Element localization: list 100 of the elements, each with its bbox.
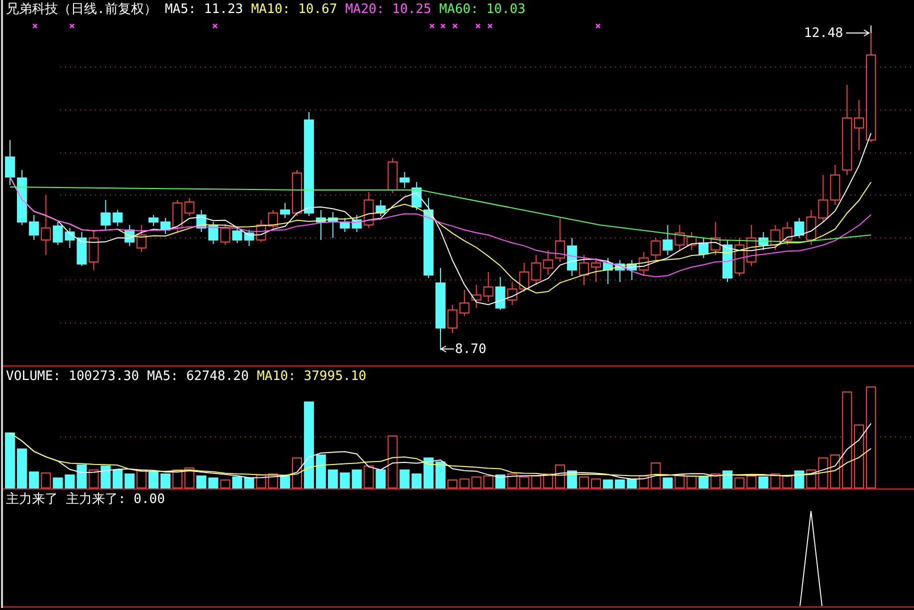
candlestick xyxy=(160,218,170,234)
candlestick xyxy=(459,290,470,316)
candlestick xyxy=(256,220,266,242)
candlestick xyxy=(352,214,362,232)
volume-bar xyxy=(5,432,15,488)
volume-bar xyxy=(698,476,709,488)
candlestick xyxy=(626,260,637,280)
volume-bar xyxy=(567,470,578,488)
candlestick xyxy=(400,172,410,188)
volume-bar xyxy=(52,478,63,488)
candlestick xyxy=(316,210,326,240)
candlestick xyxy=(555,218,566,262)
indicator-value: VOLUME: 100273.30 xyxy=(6,369,140,385)
candlestick xyxy=(806,210,816,246)
candlestick xyxy=(40,194,51,256)
candlestick xyxy=(388,158,398,194)
volume-bar xyxy=(76,464,87,488)
stock-title: 兄弟科技（日线.前复权） xyxy=(6,2,157,18)
candlestick xyxy=(328,212,338,238)
indicator-value: MA60: 10.03 xyxy=(439,2,526,18)
candlestick xyxy=(650,238,661,260)
volume-bar xyxy=(376,470,386,488)
indicator-value: 主力来了: 0.00 xyxy=(66,492,165,508)
candlestick xyxy=(686,232,697,250)
volume-bar xyxy=(64,474,75,488)
volume-bar xyxy=(614,480,625,488)
candlestick xyxy=(471,284,482,308)
indicator-value: MA5: 62748.20 xyxy=(147,369,249,385)
volume-bar xyxy=(232,476,242,488)
candlestick xyxy=(794,218,804,238)
candlestick xyxy=(710,222,721,256)
candlestick xyxy=(519,262,530,292)
candlestick xyxy=(531,254,542,286)
volume-bar xyxy=(100,466,111,488)
volume-bar xyxy=(328,470,338,488)
volume-bar xyxy=(196,476,206,488)
candlestick xyxy=(734,238,744,276)
candlestick xyxy=(16,170,27,226)
indicator-value: MA10: 37995.10 xyxy=(256,369,366,385)
candlestick xyxy=(567,238,578,276)
cross-marker-icon xyxy=(440,23,446,29)
candlestick xyxy=(590,258,601,282)
candlestick xyxy=(112,210,123,226)
candlestick xyxy=(184,198,194,216)
volume-bar xyxy=(28,472,39,488)
volume-bar xyxy=(400,470,410,488)
candlestick xyxy=(698,238,709,258)
volume-bar xyxy=(436,462,446,488)
candlestick xyxy=(674,224,685,250)
candlestick xyxy=(412,182,422,210)
candlestick xyxy=(268,210,278,228)
candlestick xyxy=(543,250,554,276)
candlestick xyxy=(28,214,39,240)
candlestick xyxy=(854,100,864,150)
candlestick xyxy=(64,228,75,248)
indicator-name: 主力来了 xyxy=(6,492,58,508)
volume-bar xyxy=(316,454,326,488)
volume-bar xyxy=(124,474,135,488)
candlestick xyxy=(507,282,518,306)
candlestick xyxy=(232,228,242,244)
arrow-icon xyxy=(846,26,872,36)
candlestick xyxy=(76,232,87,266)
volume-bar xyxy=(280,476,290,488)
cross-marker-icon xyxy=(32,23,38,29)
candlestick xyxy=(124,224,135,246)
volume-bar xyxy=(495,474,506,488)
candlestick xyxy=(662,224,673,256)
candlestick xyxy=(483,272,494,302)
candlestick xyxy=(495,276,506,310)
candlestick xyxy=(818,174,828,222)
candlestick xyxy=(292,170,302,216)
candlestick xyxy=(638,252,649,276)
candlestick xyxy=(376,200,386,216)
volume-bar xyxy=(160,474,170,488)
candlestick xyxy=(220,224,230,246)
cross-marker-icon xyxy=(475,23,481,29)
candlestick xyxy=(244,230,254,246)
candlestick xyxy=(208,222,218,244)
candlestick xyxy=(830,164,840,206)
candlestick xyxy=(447,304,458,334)
volume-bar xyxy=(424,458,434,488)
candlestick xyxy=(88,230,99,270)
cross-marker-icon xyxy=(212,23,218,29)
candlestick xyxy=(136,224,147,252)
cross-marker-icon xyxy=(595,23,601,29)
volume-bar xyxy=(148,472,158,488)
candlestick xyxy=(602,258,613,284)
volume-bar xyxy=(602,480,613,488)
cross-marker-icon xyxy=(69,23,75,29)
volume-bar xyxy=(662,478,673,488)
candlestick xyxy=(614,260,625,282)
candlestick xyxy=(722,240,732,282)
cross-marker-icon xyxy=(452,23,458,29)
candlestick xyxy=(758,232,768,250)
volume-bar xyxy=(758,476,768,488)
candlestick xyxy=(148,214,158,226)
candlestick xyxy=(770,224,780,250)
candlestick xyxy=(782,222,792,246)
candlestick xyxy=(52,222,63,246)
candlestick xyxy=(579,254,589,286)
